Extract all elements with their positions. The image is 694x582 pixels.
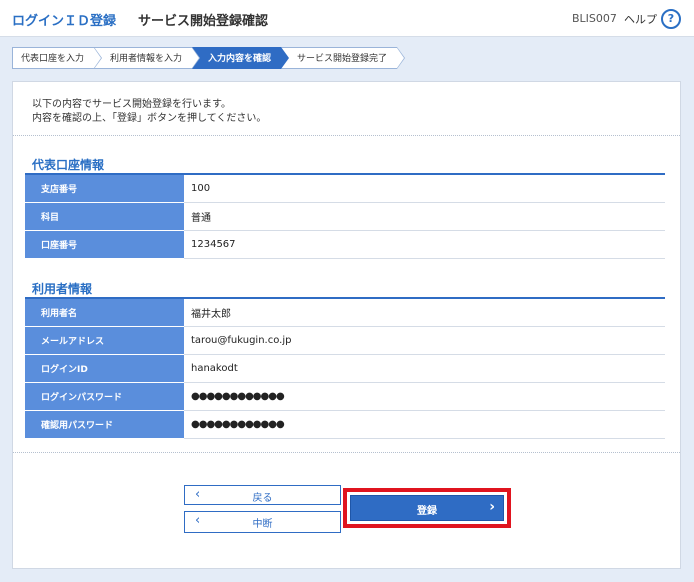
masked-password: ●●●●●●●●●●●● [184,382,665,411]
row-value: hanakodt [184,354,665,383]
row-value: 福井太郎 [184,299,665,327]
header-bar: ログインＩＤ登録 サービス開始登録確認 BLIS007 ヘルプ ? [0,0,694,37]
highlight-frame: 登録 › [343,488,511,528]
divider [13,135,680,136]
user-info-table: 利用者名 福井太郎 メールアドレス tarou@fukugin.co.jp ログ… [25,299,665,439]
step-3-current: 入力内容を確認 [192,47,290,69]
question-icon[interactable]: ? [661,9,681,29]
register-button-label: 登録 [417,506,437,517]
row-value: 1234567 [184,230,665,259]
step-label: 利用者情報を入力 [110,54,183,64]
step-label: サービス開始登録完了 [297,54,388,64]
instruction-line-1: 以下の内容でサービス開始登録を行います。 [32,99,231,110]
page-title: サービス開始登録確認 [138,14,269,29]
row-label: 利用者名 [25,299,184,327]
account-section-title: 代表口座情報 [32,158,105,172]
row-value: 普通 [184,202,665,231]
row-label: メールアドレス [25,326,184,355]
screen-id: BLIS007 [572,12,617,25]
user-section-title: 利用者情報 [32,282,93,296]
back-button[interactable]: ‹ 戻る [184,485,341,505]
table-row: メールアドレス tarou@fukugin.co.jp [25,326,665,355]
row-value: tarou@fukugin.co.jp [184,326,665,355]
row-label: 口座番号 [25,230,184,259]
row-value: 100 [184,175,665,203]
instruction-line-2: 内容を確認の上、「登録」ボタンを押してください。 [32,113,267,124]
row-label: 支店番号 [25,175,184,203]
chevron-right-icon: › [489,499,495,515]
main-panel: 以下の内容でサービス開始登録を行います。 内容を確認の上、「登録」ボタンを押して… [12,81,681,569]
row-label: ログインID [25,354,184,383]
table-row: 科目 普通 [25,202,665,231]
back-button-label: 戻る [252,493,273,504]
divider [13,452,680,453]
table-row: 口座番号 1234567 [25,230,665,259]
step-2: 利用者情報を入力 [94,47,201,69]
row-label: 科目 [25,202,184,231]
step-label: 代表口座を入力 [21,54,85,64]
table-row: 利用者名 福井太郎 [25,299,665,327]
cancel-button-label: 中断 [252,519,273,530]
row-label: 確認用パスワード [25,410,184,439]
table-row: ログインID hanakodt [25,354,665,383]
step-label: 入力内容を確認 [208,54,272,64]
table-row: 支店番号 100 [25,175,665,203]
masked-confirm-password: ●●●●●●●●●●●● [184,410,665,439]
step-4: サービス開始登録完了 [281,47,406,69]
app-title: ログインＩＤ登録 [12,14,117,29]
register-button[interactable]: 登録 › [350,495,504,521]
help-link[interactable]: ヘルプ ? [624,9,681,29]
table-row: ログインパスワード ●●●●●●●●●●●● [25,382,665,411]
step-1: 代表口座を入力 [12,47,103,69]
table-row: 確認用パスワード ●●●●●●●●●●●● [25,410,665,439]
instruction-text: 以下の内容でサービス開始登録を行います。 内容を確認の上、「登録」ボタンを押して… [32,98,266,126]
step-indicator: 代表口座を入力 利用者情報を入力 入力内容を確認 サービス開始登録完了 [12,47,406,69]
cancel-button[interactable]: ‹ 中断 [184,511,341,533]
row-label: ログインパスワード [25,382,184,411]
account-info-table: 支店番号 100 科目 普通 口座番号 1234567 [25,175,665,259]
help-label: ヘルプ [624,13,657,26]
